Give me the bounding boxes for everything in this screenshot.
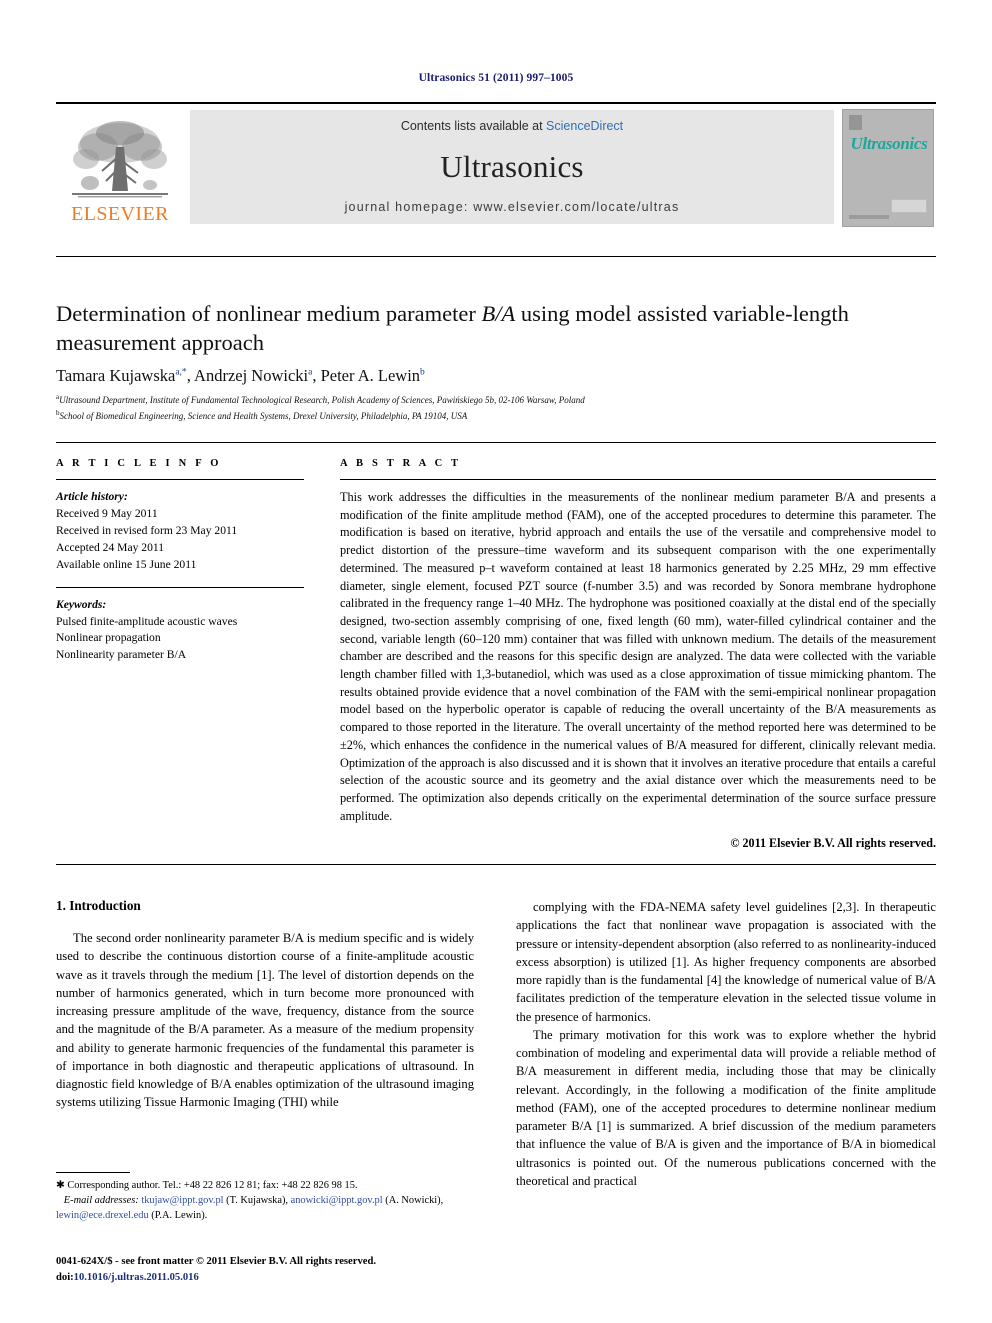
intro-paragraph-right-2: The primary motivation for this work was… [516,1026,936,1190]
affiliation-b: bSchool of Biomedical Engineering, Scien… [56,408,936,424]
body-column-right: complying with the FDA-NEMA safety level… [516,898,936,1190]
asterisk-icon: ✱ [56,1180,65,1191]
cover-badge-icon [891,199,927,213]
email-link-1[interactable]: anowicki@ippt.gov.pl [291,1195,383,1206]
abstract-copyright: © 2011 Elsevier B.V. All rights reserved… [730,836,936,851]
keywords-group: Keywords: Pulsed finite-amplitude acoust… [56,597,304,665]
imprint-block: 0041-624X/$ - see front matter © 2011 El… [56,1254,516,1286]
paragraph-text: complying with the FDA-NEMA safety level… [516,900,936,1024]
intro-paragraph-left: The second order nonlinearity parameter … [56,929,474,1112]
article-info-heading: A R T I C L E I N F O [56,458,222,469]
elsevier-tree-icon [68,117,172,203]
title-symbol-ba: B/A [481,301,516,327]
keyword-1: Nonlinear propagation [56,631,161,645]
abstract-bottom-divider [56,864,936,865]
elsevier-logo: ELSEVIER [56,107,184,226]
corresponding-author-note: ✱ Corresponding author. Tel.: +48 22 826… [56,1178,476,1193]
abstract-rule [340,479,936,480]
page-title: Determination of nonlinear medium parame… [56,300,936,358]
footnote-block: ✱ Corresponding author. Tel.: +48 22 826… [56,1178,476,1223]
intro-paragraph-right-1: complying with the FDA-NEMA safety level… [516,898,936,1026]
history-item-1: Received in revised form 23 May 2011 [56,523,238,537]
author-name-2: Peter A. Lewin [320,366,421,385]
email-label: E-mail addresses: [63,1195,139,1207]
running-head: Ultrasonics 51 (2011) 997–1005 [418,72,574,84]
affiliation-list: aUltrasound Department, Institute of Fun… [56,392,936,423]
elsevier-wordmark: ELSEVIER [71,203,169,225]
abstract-heading: A B S T R A C T [340,458,462,469]
journal-band: Contents lists available at ScienceDirec… [190,110,834,224]
author-sup-2: b [420,367,425,378]
journal-homepage-link[interactable]: journal homepage: www.elsevier.com/locat… [345,200,680,214]
contents-prefix: Contents lists available at [400,119,547,133]
history-item-2: Accepted 24 May 2011 [56,540,165,554]
email-link-0[interactable]: tkujaw@ippt.gov.pl [141,1195,223,1206]
author-list: Tamara Kujawskaa,*, Andrzej Nowickia, Pe… [56,366,425,385]
cover-elsevier-icon [849,115,862,130]
journal-masthead: ELSEVIER Contents lists available at Sci… [56,102,936,227]
paragraph-text: The primary motivation for this work was… [516,1027,936,1188]
affiliation-text-b: School of Biomedical Engineering, Scienc… [59,410,468,421]
keyword-0: Pulsed finite-amplitude acoustic waves [56,614,238,628]
history-item-3: Available online 15 June 2011 [56,557,197,571]
journal-title: Ultrasonics [440,149,584,184]
email-note: E-mail addresses: tkujaw@ippt.gov.pl (T.… [56,1193,476,1223]
doi-link[interactable]: 10.1016/j.ultras.2011.05.016 [74,1272,199,1283]
email-owner-1: (A. Nowicki), [385,1195,444,1207]
footnote-divider [56,1172,130,1173]
journal-cover-thumbnail: Ultrasonics [840,107,936,227]
doi-line: doi:10.1016/j.ultras.2011.05.016 [56,1270,516,1286]
author-sup-0: a,* [175,367,187,378]
doi-label: doi: [56,1271,74,1283]
title-divider [56,256,936,257]
article-history-label: Article history: [56,490,128,503]
issn-line: 0041-624X/$ - see front matter © 2011 El… [56,1256,376,1267]
paper-page: Ultrasonics 51 (2011) 997–1005 ELSEVIER … [0,0,992,1323]
article-info-rule [56,479,304,480]
contents-available-line: Contents lists available at ScienceDirec… [401,119,623,133]
email-owner-2: (P.A. Lewin). [151,1210,208,1222]
title-part-1: Determination of nonlinear medium parame… [56,301,482,327]
email-owner-0: (T. Kujawska), [226,1195,288,1207]
keywords-rule [56,586,304,588]
info-abstract-divider [56,442,936,443]
body-column-left: 1. Introduction The second order nonline… [56,898,474,1112]
abstract-text: This work addresses the difficulties in … [340,490,936,823]
cover-journal-title: Ultrasonics [850,134,928,153]
sciencedirect-link[interactable]: ScienceDirect [546,119,623,133]
author-name-1: Andrzej Nowicki [194,366,309,385]
email-link-2[interactable]: lewin@ece.drexel.edu [56,1210,149,1221]
article-info-column: A R T I C L E I N F O Article history: R… [56,458,304,664]
keyword-2: Nonlinearity parameter B/A [56,648,187,662]
affiliation-text-a: Ultrasound Department, Institute of Fund… [59,395,585,405]
title-part-2: using model assisted [515,301,708,327]
abstract-column: A B S T R A C T This work addresses the … [340,458,936,851]
history-item-0: Received 9 May 2011 [56,506,158,520]
article-history-group: Article history: Received 9 May 2011 Rec… [56,489,304,574]
keywords-label: Keywords: [56,597,107,611]
affiliation-a: aUltrasound Department, Institute of Fun… [56,392,936,408]
paragraph-text: The second order nonlinearity parameter … [56,931,474,1110]
author-sup-1: a [308,367,313,378]
cover-footer-mark [849,215,889,219]
section-heading-introduction: 1. Introduction [56,898,141,913]
corresponding-author-text: Corresponding author. Tel.: +48 22 826 1… [67,1180,358,1191]
author-name-0: Tamara Kujawska [56,366,176,385]
